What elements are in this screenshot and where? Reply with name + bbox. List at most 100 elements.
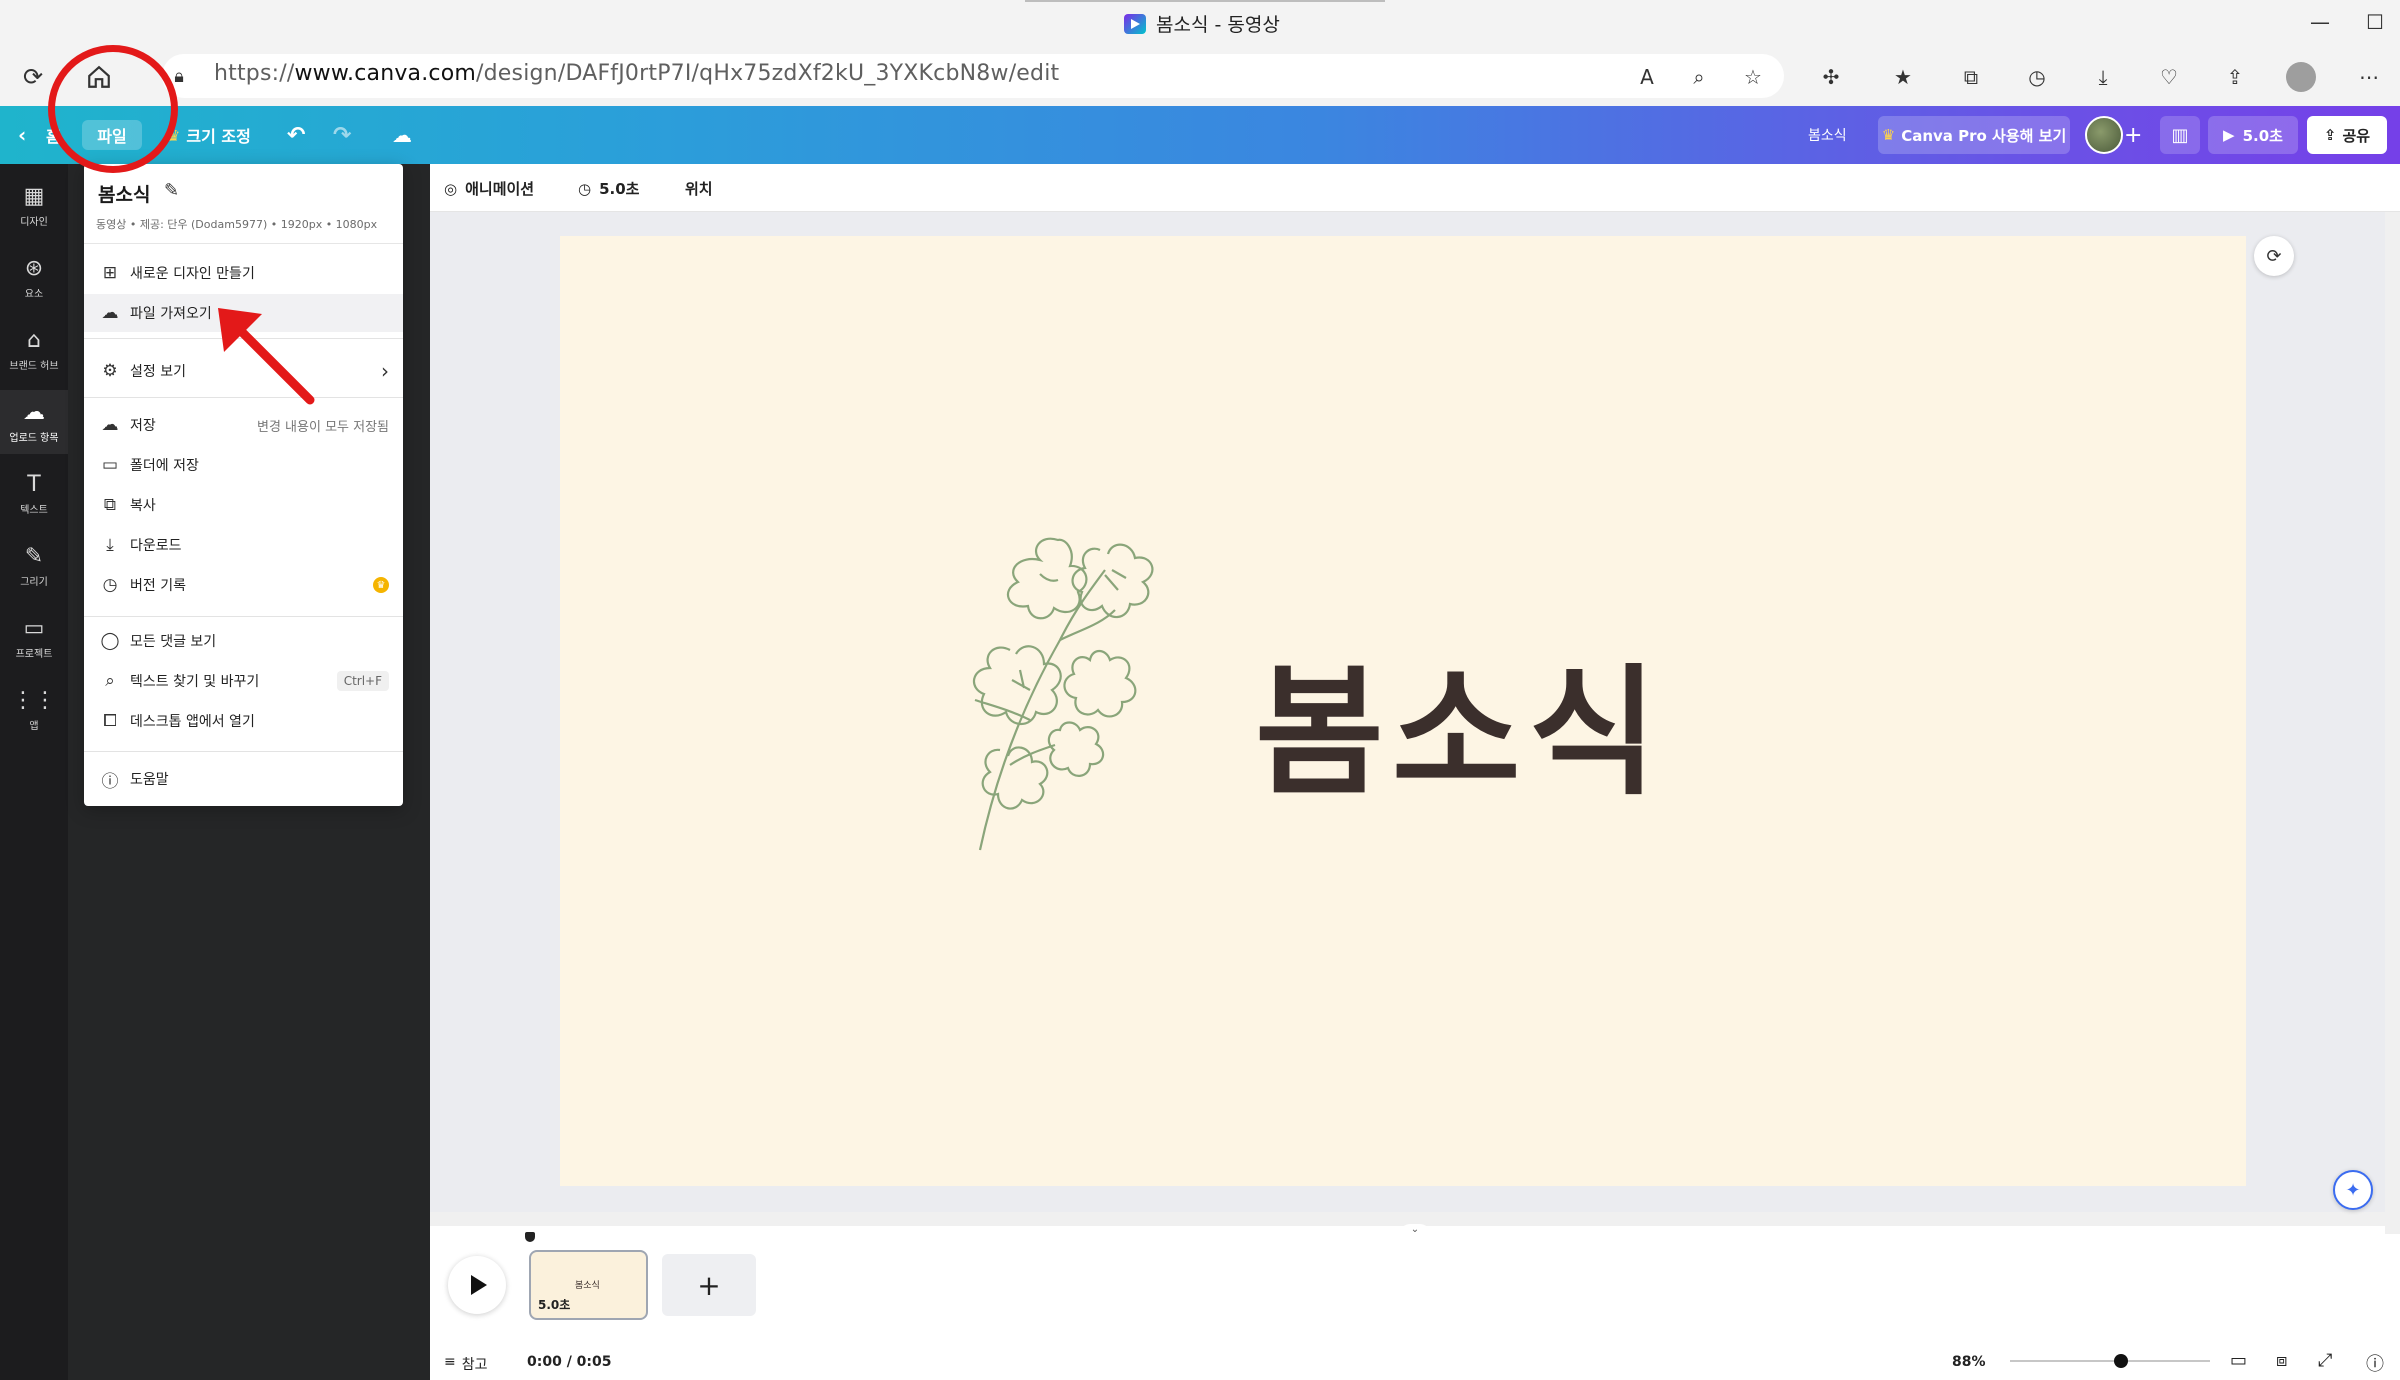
menu-item-label: 텍스트 찾기 및 바꾸기 — [130, 674, 260, 690]
clip-duration: 5.0초 — [538, 1298, 571, 1312]
refresh-comment-icon[interactable]: ⟳ — [2254, 236, 2294, 276]
collections-icon[interactable]: ⧉ — [1954, 60, 1988, 94]
rail-item-apps[interactable]: ⋮⋮ 앱 — [0, 678, 68, 742]
flower-illustration[interactable] — [940, 530, 1170, 860]
add-collaborator-icon[interactable]: + — [2124, 120, 2142, 150]
tab-indicator — [1025, 0, 1385, 2]
refresh-icon[interactable]: ⟳ — [16, 60, 50, 94]
try-pro-button[interactable]: ♛ Canva Pro 사용해 보기 — [1878, 116, 2070, 154]
timeline-play-button[interactable] — [448, 1256, 506, 1314]
clip-thumbnail-text: 봄소식 — [575, 1281, 600, 1291]
rail-item-draw[interactable]: ✎ 그리기 — [0, 534, 68, 598]
file-menu-header: 봄소식 ✎ 동영상 • 제공: 단우 (Dodam5977) • 1920px … — [84, 164, 403, 244]
lock-icon[interactable]: 🔒︎ — [162, 59, 196, 93]
menu-item-save-folder[interactable]: ▭ 폴더에 저장 — [84, 446, 403, 484]
redo-icon[interactable]: ↷ — [333, 120, 351, 150]
rail-item-design[interactable]: ▦ 디자인 — [0, 174, 68, 238]
menu-item-import-file[interactable]: ☁ 파일 가져오기 — [84, 294, 403, 332]
insights-icon[interactable]: ▥ — [2160, 116, 2200, 154]
zoom-icon[interactable]: ⌕ — [1682, 60, 1716, 94]
favorite-add-icon[interactable]: ☆ — [1736, 60, 1770, 94]
menu-item-download[interactable]: ⤓ 다운로드 — [84, 526, 403, 564]
zoom-slider-thumb[interactable] — [2114, 1354, 2128, 1368]
menu-item-open-desktop[interactable]: ⧠ 데스크톱 앱에서 열기 — [84, 702, 403, 740]
notes-button[interactable]: ≡ 참고 — [444, 1354, 488, 1374]
url-text[interactable]: https://www.canva.com/design/DAFfJ0rtP7I… — [214, 61, 1059, 86]
minimize-button[interactable]: — — [2310, 10, 2330, 34]
undo-icon[interactable]: ↶ — [287, 120, 305, 150]
brand-icon: ⌂ — [27, 327, 41, 353]
canva-video-icon — [1124, 13, 1146, 34]
favorites-icon[interactable]: ★ — [1886, 60, 1920, 94]
read-aloud-icon[interactable]: A — [1630, 60, 1664, 94]
canvas-title-text[interactable]: 봄소식 — [1255, 620, 1665, 822]
window-title: 봄소식 - 동영상 — [1124, 10, 1280, 37]
pencil-icon[interactable]: ✎ — [164, 180, 179, 201]
duration-button[interactable]: ◷ 5.0초 — [578, 178, 639, 199]
rail-label: 요소 — [24, 288, 44, 300]
position-button[interactable]: 위치 — [685, 178, 713, 199]
play-icon: ▶ — [2223, 126, 2235, 144]
playhead-marker[interactable] — [525, 1232, 535, 1242]
back-icon[interactable]: ‹ — [18, 120, 26, 150]
menu-item-save[interactable]: ☁ 저장 변경 내용이 모두 저장됨 — [84, 406, 403, 444]
menu-item-comments[interactable]: ◯ 모든 댓글 보기 — [84, 622, 403, 660]
page-count-icon[interactable]: ⧈ — [2276, 1350, 2287, 1371]
add-page-button[interactable]: + — [662, 1254, 756, 1316]
menu-item-version-history[interactable]: ◷ 버전 기록 ♛ — [84, 566, 403, 604]
draw-icon: ✎ — [24, 543, 44, 569]
rail-item-elements[interactable]: ⊛ 요소 — [0, 246, 68, 310]
download-icon[interactable]: ⤓ — [2086, 60, 2120, 94]
gear-icon: ⚙ — [102, 361, 118, 381]
browser-essentials-icon[interactable]: ♡ — [2152, 60, 2186, 94]
help-icon[interactable]: ⓘ — [2366, 1350, 2384, 1376]
menu-item-settings[interactable]: ⚙ 설정 보기 › — [84, 352, 403, 390]
animation-button[interactable]: ◎ 애니메이션 — [444, 178, 534, 199]
home-icon[interactable] — [82, 60, 116, 94]
present-button[interactable]: ▶ 5.0초 — [2208, 116, 2298, 154]
timeline-clip[interactable]: 봄소식 5.0초 — [529, 1250, 648, 1320]
vertical-scrollbar[interactable] — [2385, 212, 2400, 1234]
magic-assistant-icon[interactable]: ✦ — [2333, 1170, 2373, 1210]
rail-item-brand[interactable]: ⌂ 브랜드 허브 — [0, 318, 68, 382]
rail-item-uploads[interactable]: ☁ 업로드 항목 — [0, 390, 68, 454]
cloud-save-icon[interactable]: ☁ — [392, 120, 412, 150]
timeline-toggle-icon[interactable]: ⌄ — [1400, 1224, 1430, 1238]
menu-item-label: 폴더에 저장 — [130, 458, 199, 474]
fullscreen-icon[interactable]: ⤢ — [2318, 1350, 2332, 1371]
rail-item-text[interactable]: T 텍스트 — [0, 462, 68, 526]
desktop-view-icon[interactable]: ▭ — [2230, 1350, 2247, 1371]
zoom-slider-track[interactable] — [2010, 1360, 2210, 1362]
menu-item-help[interactable]: ⓘ 도움말 — [84, 760, 403, 798]
upload-share-icon: ⇪ — [2323, 126, 2337, 144]
more-icon[interactable]: ⋯ — [2352, 60, 2386, 94]
crown-icon: ♛ — [1881, 126, 1896, 144]
window-title-text: 봄소식 - 동영상 — [1156, 14, 1280, 36]
home-link[interactable]: 홈 — [46, 120, 61, 150]
search-icon: ⌕ — [105, 671, 115, 691]
left-rail: ▦ 디자인 ⊛ 요소 ⌂ 브랜드 허브 ☁ 업로드 항목 T 텍스트 ✎ 그리기 ▭ 프로젝트… — [0, 164, 68, 1380]
share-button[interactable]: ⇪ 공유 — [2307, 116, 2387, 154]
download-icon: ⤓ — [106, 535, 114, 555]
menu-divider — [84, 338, 403, 339]
menu-item-label: 복사 — [130, 498, 156, 514]
extensions-icon[interactable]: ✣ — [1814, 60, 1848, 94]
rail-item-projects[interactable]: ▭ 프로젝트 — [0, 606, 68, 670]
url-path: /design/DAFfJ0rtP7I/qHx75zdXf2kU_3YXKcbN… — [476, 61, 1060, 86]
design-name[interactable]: 봄소식 — [1808, 120, 1847, 150]
zoom-level[interactable]: 88% — [1952, 1354, 1986, 1370]
profile-icon[interactable] — [2284, 60, 2318, 94]
new-design-icon: ⊞ — [102, 263, 118, 283]
avatar[interactable] — [2085, 116, 2123, 154]
menu-item-new-design[interactable]: ⊞ 새로운 디자인 만들기 — [84, 254, 403, 292]
history-icon[interactable]: ◷ — [2020, 60, 2054, 94]
maximize-button[interactable]: ☐ — [2366, 10, 2384, 34]
elements-icon: ⊛ — [24, 255, 44, 281]
menu-item-find-replace[interactable]: ⌕ 텍스트 찾기 및 바꾸기 Ctrl+F — [84, 662, 403, 700]
file-menu-button[interactable]: 파일 — [82, 120, 142, 150]
share-page-icon[interactable]: ⇪ — [2218, 60, 2252, 94]
menu-item-label: 다운로드 — [130, 538, 182, 554]
menu-item-copy[interactable]: ⧉ 복사 — [84, 486, 403, 524]
menu-design-title[interactable]: 봄소식 — [98, 180, 150, 207]
resize-button[interactable]: ♛ 크기 조정 — [166, 120, 251, 150]
